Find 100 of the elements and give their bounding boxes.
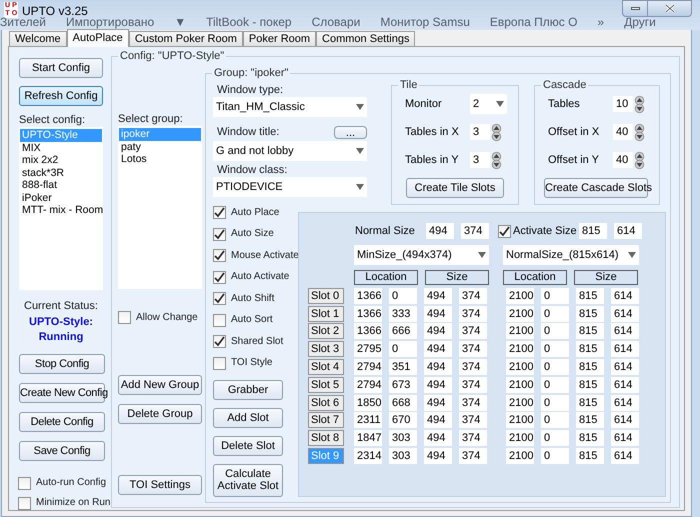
number-field[interactable]: 0 (541, 430, 569, 446)
number-field[interactable]: 374 (459, 288, 487, 304)
button[interactable]: Create New Config (19, 382, 105, 402)
number-field[interactable]: 0 (541, 323, 569, 340)
slot-label[interactable]: Slot 8 (308, 430, 344, 446)
number-field[interactable]: 3 (470, 124, 490, 140)
number-field[interactable]: 2311 (354, 412, 382, 428)
number-field[interactable]: 494 (426, 223, 454, 239)
number-field[interactable]: 1847 (354, 430, 382, 446)
list-item[interactable]: paty (119, 140, 201, 153)
number-field[interactable]: 614 (611, 341, 639, 358)
number-field[interactable]: 0 (389, 288, 417, 304)
number-field[interactable]: 374 (459, 323, 487, 340)
number-field[interactable]: 3 (470, 152, 490, 168)
number-field[interactable]: 614 (611, 430, 639, 446)
list-item[interactable]: iPoker (20, 192, 102, 204)
number-field[interactable]: 494 (424, 448, 452, 464)
number-field[interactable]: 494 (424, 359, 452, 376)
number-field[interactable]: 0 (541, 341, 569, 358)
number-field[interactable]: 494 (424, 430, 452, 446)
number-field[interactable]: 1366 (354, 306, 382, 322)
number-field[interactable]: 494 (424, 412, 452, 428)
button[interactable]: Calculate Activate Slot (213, 464, 283, 496)
window-type-dropdown[interactable]: Titan_HM_Classic (213, 97, 367, 117)
number-field[interactable]: 1366 (354, 323, 382, 340)
number-field[interactable]: 2100 (506, 288, 534, 304)
button[interactable]: Refresh Config (19, 86, 103, 106)
number-field[interactable]: 2100 (506, 306, 534, 322)
tab[interactable]: AutoPlace (66, 29, 129, 47)
slot-label[interactable]: Slot 3 (308, 341, 344, 358)
number-field[interactable]: 374 (459, 341, 487, 358)
slot-label[interactable]: Slot 2 (308, 323, 344, 340)
number-field[interactable]: 815 (576, 359, 604, 376)
size-preset-dropdown[interactable]: MinSize_(494x374) (354, 245, 489, 265)
number-field[interactable]: 815 (576, 394, 604, 411)
slot-label[interactable]: Slot 6 (308, 394, 344, 411)
number-field[interactable]: 0 (541, 359, 569, 376)
number-field[interactable]: 668 (389, 394, 417, 411)
number-field[interactable]: 40 (613, 152, 633, 168)
number-field[interactable]: 2100 (506, 323, 534, 340)
number-field[interactable]: 815 (576, 412, 604, 428)
checkbox[interactable] (213, 314, 226, 326)
number-field[interactable]: 2794 (354, 359, 382, 376)
window-title-dropdown[interactable]: G and not lobby (213, 141, 367, 161)
slot-label[interactable]: Slot 0 (308, 288, 344, 304)
number-field[interactable]: 2100 (506, 376, 534, 393)
checkbox[interactable] (213, 356, 226, 370)
checkbox[interactable] (498, 224, 511, 238)
number-field[interactable]: 374 (459, 430, 487, 446)
number-field[interactable]: 2795 (354, 341, 382, 358)
number-field[interactable]: 2314 (354, 448, 382, 464)
number-field[interactable]: 614 (614, 223, 642, 239)
checkbox[interactable] (213, 206, 226, 219)
button[interactable]: Create Tile Slots (406, 178, 504, 198)
spinner-icon[interactable] (633, 124, 646, 140)
number-field[interactable]: 673 (389, 376, 417, 393)
slot-label[interactable]: Slot 4 (308, 359, 344, 376)
button[interactable]: Save Config (19, 440, 105, 460)
button[interactable]: Add Slot (213, 408, 283, 428)
number-field[interactable]: 494 (424, 306, 452, 322)
number-field[interactable]: 374 (459, 448, 487, 464)
size-preset-dropdown[interactable]: NormalSize_(815x614) (503, 245, 639, 265)
number-field[interactable]: 666 (389, 323, 417, 340)
number-field[interactable]: 303 (389, 430, 417, 446)
number-field[interactable]: 494 (424, 288, 452, 304)
checkbox[interactable] (213, 292, 226, 305)
checkbox[interactable] (213, 249, 226, 262)
checkbox[interactable] (118, 311, 131, 324)
number-field[interactable]: 40 (613, 124, 633, 140)
button[interactable]: Delete Group (118, 404, 202, 424)
close-button[interactable] (648, 0, 692, 17)
number-field[interactable]: 815 (576, 341, 604, 358)
number-field[interactable]: 1850 (354, 394, 382, 411)
button[interactable]: Grabber (213, 380, 283, 400)
number-field[interactable]: 494 (424, 394, 452, 411)
number-field[interactable]: 0 (541, 288, 569, 304)
checkbox[interactable] (213, 270, 226, 284)
number-field[interactable]: 2100 (506, 359, 534, 376)
number-field[interactable]: 10 (613, 96, 633, 112)
number-field[interactable]: 614 (611, 448, 639, 464)
button[interactable]: Add New Group (118, 375, 202, 395)
number-field[interactable]: 0 (541, 412, 569, 428)
checkbox[interactable] (213, 335, 226, 348)
number-field[interactable]: 614 (611, 359, 639, 376)
spinner-icon[interactable] (490, 124, 503, 140)
number-field[interactable]: 0 (389, 341, 417, 358)
tab[interactable]: Custom Poker Room (128, 31, 243, 46)
number-field[interactable]: 815 (576, 323, 604, 340)
number-field[interactable]: 815 (576, 376, 604, 393)
number-field[interactable]: 374 (459, 412, 487, 428)
number-field[interactable]: 374 (459, 306, 487, 322)
list-item[interactable]: 888-flat (20, 179, 102, 192)
number-field[interactable]: 374 (459, 359, 487, 376)
browse-button[interactable]: ... (334, 126, 367, 139)
slot-label[interactable]: Slot 7 (308, 412, 344, 428)
list-item[interactable]: Lotos (119, 153, 201, 166)
number-field[interactable]: 815 (576, 448, 604, 464)
tab[interactable]: Poker Room (242, 31, 316, 46)
button[interactable]: Start Config (19, 58, 103, 78)
number-field[interactable]: 494 (424, 323, 452, 340)
